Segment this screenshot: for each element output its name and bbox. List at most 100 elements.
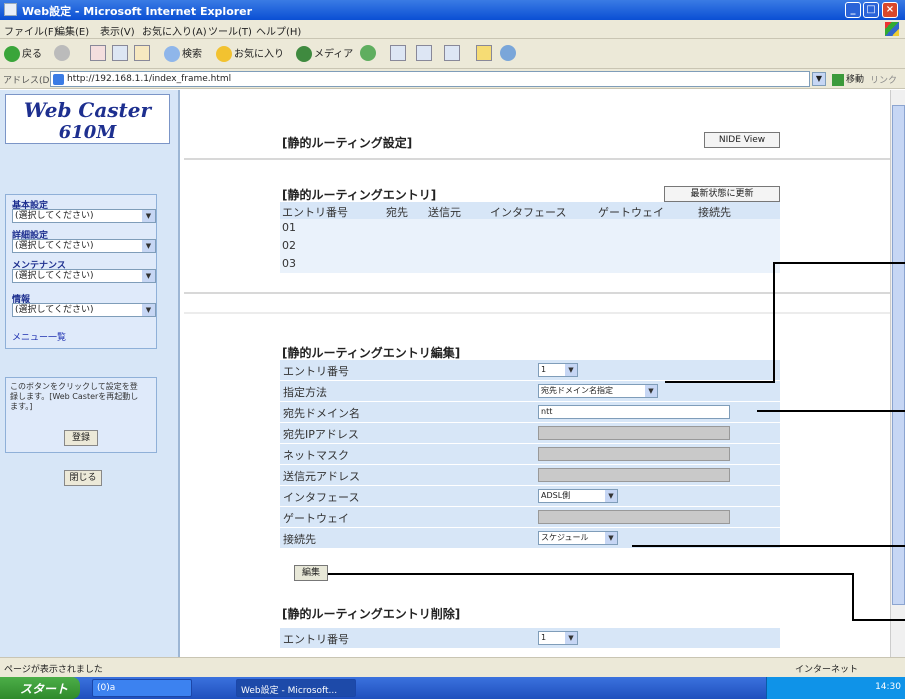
address-label: アドレス(D) [3, 76, 53, 86]
go-button[interactable]: 移動 [832, 72, 864, 86]
menu-favorites[interactable]: お気に入り(A) [142, 23, 207, 38]
callout-line [773, 262, 905, 264]
address-input[interactable]: http://192.168.1.1/index_frame.html [50, 71, 810, 87]
page-title: [静的ルーティング設定] [282, 136, 413, 150]
stop-icon [90, 45, 106, 61]
connection-select[interactable]: スケジュール ▼ [538, 531, 618, 545]
star-icon [216, 46, 232, 62]
menu-bar: ファイル(F) 編集(E) 表示(V) お気に入り(A) ツール(T) ヘルプ(… [0, 20, 905, 39]
register-button[interactable]: 登録 [64, 430, 98, 446]
delete-entry-value: 1 [541, 633, 547, 642]
chevron-down-icon: ▼ [605, 490, 617, 502]
go-label: 移動 [846, 75, 865, 85]
menu-edit[interactable]: 編集(E) [55, 23, 89, 38]
entry-number: 01 [282, 221, 296, 234]
minimize-button[interactable]: _ [845, 2, 861, 18]
search-icon [164, 46, 180, 62]
folder-button[interactable] [476, 45, 492, 63]
taskbar-item[interactable]: (0)a [92, 679, 192, 697]
delete-form-table: エントリ番号 1 ▼ [280, 628, 780, 649]
form-row-dest-ip: 宛先IPアドレス [280, 423, 780, 444]
forward-arrow-icon [54, 45, 70, 61]
nav-select-info-value: (選択してください) [15, 305, 94, 315]
scrollbar-thumb[interactable] [892, 105, 905, 605]
callout-line [773, 262, 775, 382]
menu-help[interactable]: ヘルプ(H) [256, 23, 301, 38]
entry-number-select[interactable]: 1 ▼ [538, 363, 578, 377]
maximize-button[interactable]: □ [863, 2, 879, 18]
media-button[interactable]: メディア [296, 45, 353, 63]
col-connection: 接続先 [698, 206, 731, 219]
nav-menu-box: 基本設定 (選択してください) ▼ 詳細設定 (選択してください) ▼ メンテナンス… [5, 194, 157, 349]
history-button[interactable] [360, 45, 378, 63]
source-input [538, 468, 730, 482]
close-button[interactable]: 閉じる [64, 470, 102, 486]
domain-input[interactable]: ntt [538, 405, 730, 419]
logo-line1: Web Caster [23, 98, 152, 122]
ide-view-button[interactable]: NIDE View [704, 132, 780, 148]
menu-tools[interactable]: ツール(T) [208, 23, 252, 38]
nav-select-advanced[interactable]: (選択してください) ▼ [12, 239, 156, 253]
form-row-netmask: ネットマスク [280, 444, 780, 465]
method-label: 指定方法 [283, 386, 327, 399]
links-button[interactable]: リンク [870, 73, 897, 86]
ie-icon [4, 3, 17, 16]
connection-label: 接続先 [283, 533, 316, 546]
table-row: 01 [280, 219, 780, 237]
media-label: メディア [314, 49, 354, 60]
dest-ip-label: 宛先IPアドレス [283, 428, 359, 441]
nav-select-basic[interactable]: (選択してください) ▼ [12, 209, 156, 223]
nav-select-advanced-value: (選択してください) [15, 241, 94, 251]
stop-button[interactable] [90, 45, 106, 63]
form-row-entry-number: エントリ番号 1 ▼ [280, 360, 780, 381]
taskbar-item-ie[interactable]: Web設定 - Microsoft... [236, 679, 356, 697]
window-title-bar: Web設定 - Microsoft Internet Explorer _ □ … [0, 0, 905, 20]
zone-indicator: インターネット [795, 665, 859, 675]
domain-value: ntt [541, 407, 553, 416]
start-button[interactable]: スタート [0, 677, 80, 699]
nav-select-maintenance[interactable]: (選択してください) ▼ [12, 269, 156, 283]
refresh-status-button[interactable]: 最新状態に更新 [664, 186, 780, 202]
close-window-button[interactable]: × [882, 2, 898, 18]
history-icon [360, 45, 376, 61]
edit-page-button[interactable] [444, 45, 460, 63]
interface-select[interactable]: ADSL側 ▼ [538, 489, 618, 503]
print-button[interactable] [416, 45, 432, 63]
form-row-delete-entry: エントリ番号 1 ▼ [280, 628, 780, 649]
edit-form-table: エントリ番号 1 ▼ 指定方法 宛先ドメイン名指定 ▼ 宛先ドメイン名 ntt 宛先… [280, 360, 780, 549]
menu-list-link[interactable]: メニュー一覧 [12, 330, 66, 343]
edit-heading: [静的ルーティングエントリ編集] [282, 346, 461, 360]
nav-select-info[interactable]: (選択してください) ▼ [12, 303, 156, 317]
back-button[interactable]: 戻る [4, 45, 42, 63]
dest-ip-input [538, 426, 730, 440]
table-row: 03 [280, 255, 780, 273]
gateway-input [538, 510, 730, 524]
menu-view[interactable]: 表示(V) [100, 23, 135, 38]
edit-button[interactable]: 編集 [294, 565, 328, 581]
favorites-label: お気に入り [234, 49, 284, 60]
home-button[interactable] [134, 45, 150, 63]
address-dropdown[interactable]: ▼ [812, 72, 826, 86]
method-select[interactable]: 宛先ドメイン名指定 ▼ [538, 384, 658, 398]
chevron-down-icon: ▼ [142, 240, 155, 252]
connection-value: スケジュール [541, 533, 589, 542]
address-url: http://192.168.1.1/index_frame.html [67, 74, 232, 84]
menu-file[interactable]: ファイル(F) [4, 23, 58, 38]
interface-label: インタフェース [283, 491, 360, 504]
folder-icon [476, 45, 492, 61]
mail-button[interactable] [390, 45, 406, 63]
favorites-button[interactable]: お気に入り [216, 45, 284, 63]
refresh-button[interactable] [112, 45, 128, 63]
messenger-button[interactable] [500, 45, 518, 63]
vertical-scrollbar[interactable] [890, 90, 905, 657]
delete-entry-label: エントリ番号 [283, 633, 349, 646]
delete-entry-select[interactable]: 1 ▼ [538, 631, 578, 645]
toolbar: 戻る 検索 お気に入り メディア [0, 39, 905, 69]
gateway-label: ゲートウェイ [283, 512, 349, 525]
forward-button[interactable] [54, 45, 72, 63]
mail-icon [390, 45, 406, 61]
col-source: 送信元 [428, 206, 461, 219]
taskbar: スタート (0)a Web設定 - Microsoft... 14:30 [0, 677, 905, 699]
clock: 14:30 [875, 682, 901, 692]
search-button[interactable]: 検索 [164, 45, 202, 63]
